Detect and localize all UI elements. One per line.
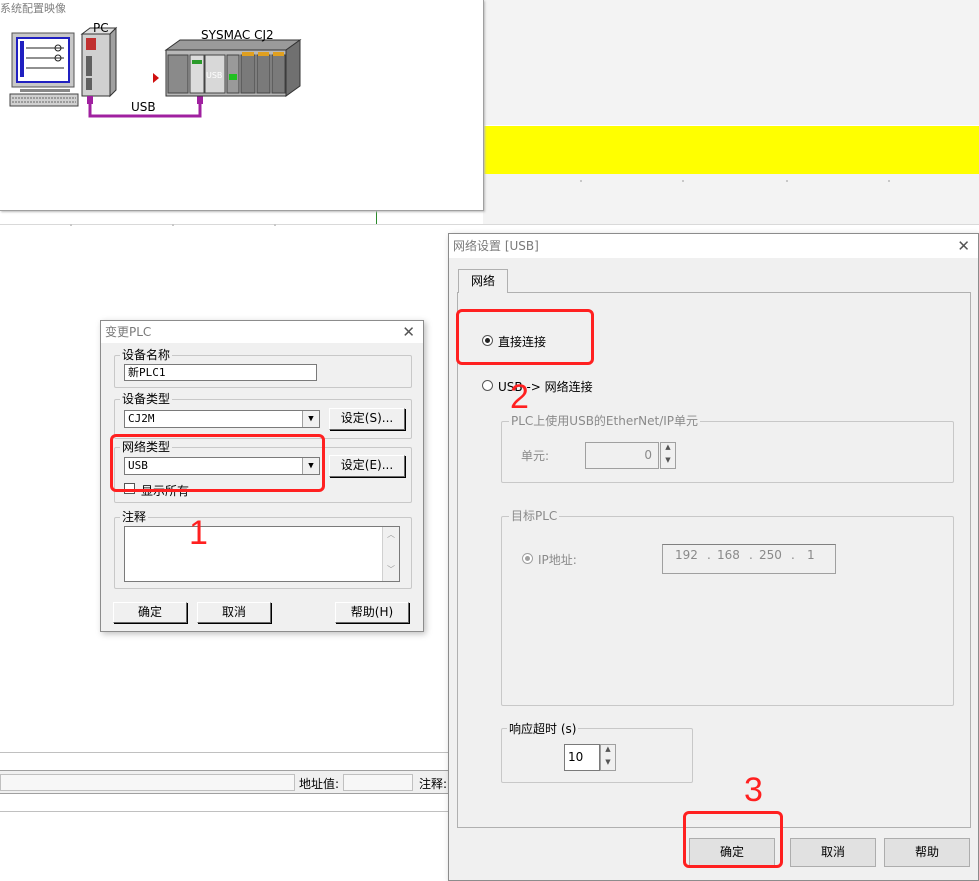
- status-bar: 地址值: 注释:: [0, 770, 450, 794]
- grid-dot: [172, 224, 174, 226]
- address-label: 地址值:: [299, 777, 340, 791]
- ip-address-label: IP地址:: [538, 553, 577, 567]
- highlight-box-direct-connect: [456, 309, 594, 365]
- timeout-input[interactable]: 10: [564, 744, 600, 771]
- device-type-select[interactable]: CJ2M ▼: [124, 410, 320, 428]
- network-settings-title: 网络设置 [USB]: [453, 239, 539, 253]
- close-icon[interactable]: ✕: [402, 322, 415, 342]
- ip-octet-1: 192: [675, 548, 698, 562]
- ip-octet-2: 168: [717, 548, 740, 562]
- ethernet-unit-group: [501, 421, 954, 483]
- ip-octet-4: 1: [807, 548, 815, 562]
- grid-dot: [786, 180, 788, 182]
- highlight-box-network-type: [110, 434, 325, 492]
- usb-link-label: USB: [131, 100, 156, 114]
- grid-dot: [682, 180, 684, 182]
- status-field: [0, 774, 295, 791]
- ip-dot: .: [791, 548, 795, 562]
- chevron-up-icon[interactable]: ︿: [383, 529, 399, 540]
- device-name-input[interactable]: 新PLC1: [124, 364, 317, 381]
- comment-scrollbar[interactable]: ︿ ﹀: [382, 527, 399, 581]
- network-settings-button[interactable]: 设定(E)...: [329, 455, 405, 477]
- unit-input[interactable]: 0: [585, 442, 659, 469]
- grid-dot: [888, 180, 890, 182]
- usb-network-radio[interactable]: [482, 380, 493, 391]
- usb-port-label: USB: [206, 71, 223, 80]
- ip-dot: .: [707, 548, 711, 562]
- tab-network[interactable]: 网络: [458, 269, 508, 293]
- cancel-button[interactable]: 取消: [197, 602, 271, 623]
- cancel-button[interactable]: 取消: [790, 838, 876, 867]
- highlighted-row: [483, 126, 979, 174]
- change-plc-title: 变更PLC: [105, 325, 152, 339]
- grid-dot: [274, 224, 276, 226]
- device-name-label: 设备名称: [120, 348, 173, 362]
- help-button[interactable]: 帮助: [884, 838, 970, 867]
- ip-dot: .: [749, 548, 753, 562]
- background-workspace: [483, 0, 979, 125]
- chevron-up-icon[interactable]: ▲: [661, 443, 675, 456]
- ip-address-radio[interactable]: [522, 553, 533, 564]
- chevron-down-icon[interactable]: ﹀: [383, 564, 399, 575]
- grid-dot: [580, 180, 582, 182]
- target-plc-group-label: 目标PLC: [509, 509, 560, 523]
- highlight-box-ok: [683, 811, 783, 868]
- device-type-settings-button[interactable]: 设定(S)...: [329, 408, 405, 430]
- ip-octet-3: 250: [759, 548, 782, 562]
- divider-line: [0, 224, 979, 225]
- step-number-2: 2: [510, 378, 529, 416]
- background-lower-area: [483, 174, 979, 224]
- device-type-label: 设备类型: [120, 392, 173, 406]
- change-plc-titlebar: 变更PLC ✕: [101, 321, 423, 343]
- comment-label: 注释:: [419, 777, 448, 791]
- timeout-spinner[interactable]: ▲ ▼: [600, 744, 616, 771]
- chevron-down-icon[interactable]: ▼: [601, 758, 615, 771]
- ip-address-input[interactable]: 192 . 168 . 250 . 1: [662, 544, 836, 574]
- status-divider: [0, 752, 450, 753]
- chevron-down-icon[interactable]: ▼: [302, 411, 319, 427]
- config-image-panel: 系统配置映像 PC SYSMAC CJ2 USB USB: [0, 0, 484, 211]
- ok-button[interactable]: 确定: [113, 602, 187, 623]
- chevron-up-icon[interactable]: ▲: [601, 745, 615, 758]
- timeout-group-label: 响应超时 (s): [507, 722, 579, 736]
- network-settings-titlebar: 网络设置 [USB] ✕: [449, 234, 978, 258]
- address-field[interactable]: [343, 774, 413, 791]
- step-number-1: 1: [189, 514, 208, 552]
- grid-dot: [70, 224, 72, 226]
- help-button[interactable]: 帮助(H): [335, 602, 409, 623]
- ethernet-unit-group-label: PLC上使用USB的EtherNet/IP单元: [509, 414, 701, 428]
- step-number-3: 3: [744, 771, 763, 809]
- unit-spinner[interactable]: ▲ ▼: [660, 442, 676, 469]
- device-type-value: CJ2M: [128, 412, 155, 425]
- comment-textarea[interactable]: ︿ ﹀: [124, 526, 400, 582]
- comment-label: 注释: [120, 510, 149, 524]
- chevron-down-icon[interactable]: ▼: [661, 456, 675, 469]
- plc-model-label: SYSMAC CJ2: [201, 28, 274, 42]
- pc-label: PC: [93, 21, 109, 35]
- close-icon[interactable]: ✕: [957, 236, 970, 256]
- status-divider: [0, 811, 450, 812]
- unit-label: 单元:: [521, 449, 550, 463]
